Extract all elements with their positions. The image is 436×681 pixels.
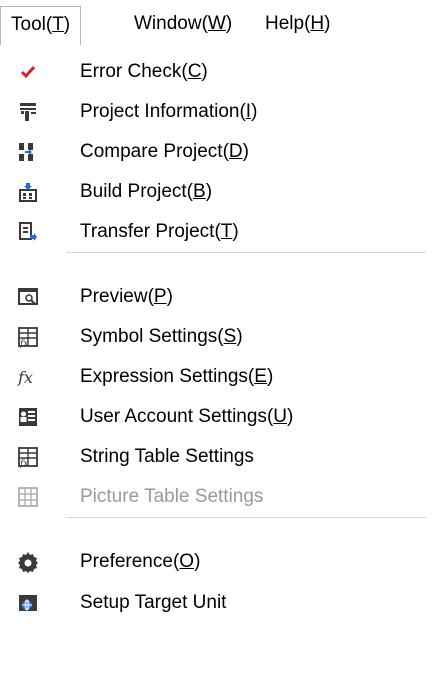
label-text: Expression Settings [80, 366, 248, 387]
menu-item-preference[interactable]: Preference(O) [0, 542, 436, 582]
menu-item-label: Symbol Settings(S) [80, 326, 243, 347]
mnemonic-key: I [245, 101, 252, 122]
menu-item-label: Preference(O) [80, 551, 201, 572]
mnemonic-key: D [228, 141, 243, 162]
menu-item-label: Setup Target Unit [80, 583, 226, 623]
picture-table-icon [17, 486, 39, 508]
gear-icon [17, 551, 39, 573]
mnemonic-key: U [273, 406, 287, 427]
menu-item-label: Picture Table Settings [80, 477, 263, 517]
menu-bar: Tool(T) Window(W) Help(H) [0, 0, 436, 45]
target-unit-icon [17, 592, 39, 614]
menu-item-picture-table-settings: Picture Table Settings [0, 477, 436, 517]
mnemonic-key: T [220, 221, 233, 242]
build-icon [17, 181, 39, 203]
menu-item-project-information[interactable]: Project Information(I) [0, 92, 436, 132]
compare-icon [17, 141, 39, 163]
label-text: String Table Settings [80, 446, 254, 467]
label-text: Symbol Settings [80, 326, 218, 347]
menu-separator [66, 517, 426, 518]
menu-separator [66, 252, 426, 253]
label-text: Window [134, 13, 202, 34]
label-text: Setup Target Unit [80, 592, 227, 613]
preview-icon [17, 286, 39, 308]
mnemonic-key: E [254, 366, 267, 387]
menu-item-user-account-settings[interactable]: User Account Settings(U) [0, 397, 436, 437]
menu-item-symbol-settings[interactable]: fx Symbol Settings(S) [0, 317, 436, 357]
menu-item-label: Error Check(C) [80, 61, 208, 82]
label-text: Compare Project [80, 141, 223, 162]
mnemonic-key: B [193, 181, 206, 202]
menubar-item-help[interactable]: Help(H) [255, 6, 340, 44]
menu-item-string-table-settings[interactable]: fx String Table Settings [0, 437, 436, 477]
menubar-item-tool[interactable]: Tool(T) [0, 6, 82, 45]
menu-item-label: Expression Settings(E) [80, 366, 274, 387]
mnemonic-key: C [187, 61, 202, 82]
label-text: Tool [11, 14, 46, 35]
checkmark-icon [17, 61, 39, 83]
label-text: Preview [80, 286, 148, 307]
menu-item-compare-project[interactable]: Compare Project(D) [0, 132, 436, 172]
svg-text:fx: fx [19, 339, 28, 348]
mnemonic-key: H [310, 13, 325, 34]
symbol-table-icon: fx [17, 326, 39, 349]
menu-item-preview[interactable]: Preview(P) [0, 277, 436, 317]
svg-text:ƒx: ƒx [17, 368, 33, 387]
label-text: Build Project [80, 181, 187, 202]
menubar-item-window[interactable]: Window(W) [124, 6, 242, 44]
user-account-icon [17, 406, 39, 428]
label-text: Preference [80, 551, 173, 572]
tool-dropdown-menu: Error Check(C) Project Information(I) Comp… [0, 43, 436, 681]
svg-text:fx: fx [19, 459, 28, 468]
menu-item-label: Project Information(I) [80, 101, 258, 122]
transfer-icon [17, 221, 39, 243]
menu-item-error-check[interactable]: Error Check(C) [0, 52, 436, 92]
project-info-icon [17, 101, 39, 123]
label-text: Project Information [80, 101, 240, 122]
menu-item-label: Preview(P) [80, 286, 173, 307]
menu-item-expression-settings[interactable]: ƒx Expression Settings(E) [0, 357, 436, 397]
function-icon: ƒx [15, 366, 39, 388]
menu-item-label: String Table Settings [80, 437, 254, 477]
label-text: User Account Settings [80, 406, 267, 427]
mnemonic-key: T [52, 14, 64, 35]
label-text: Help [265, 13, 305, 34]
mnemonic-key: W [207, 13, 226, 34]
string-table-icon: fx [17, 446, 39, 469]
menu-item-label: Transfer Project(T) [80, 221, 239, 242]
mnemonic-key: O [179, 551, 195, 572]
menu-item-setup-target-unit[interactable]: Setup Target Unit [0, 583, 436, 623]
label-text: Error Check [80, 61, 182, 82]
menu-item-label: Compare Project(D) [80, 141, 249, 162]
menu-item-transfer-project[interactable]: Transfer Project(T) [0, 212, 436, 252]
mnemonic-key: S [223, 326, 237, 347]
mnemonic-key: P [153, 286, 167, 307]
label-text: Picture Table Settings [80, 486, 264, 507]
label-text: Transfer Project [80, 221, 215, 242]
menu-item-label: User Account Settings(U) [80, 406, 294, 427]
menu-item-label: Build Project(B) [80, 181, 213, 202]
menu-item-build-project[interactable]: Build Project(B) [0, 172, 436, 212]
